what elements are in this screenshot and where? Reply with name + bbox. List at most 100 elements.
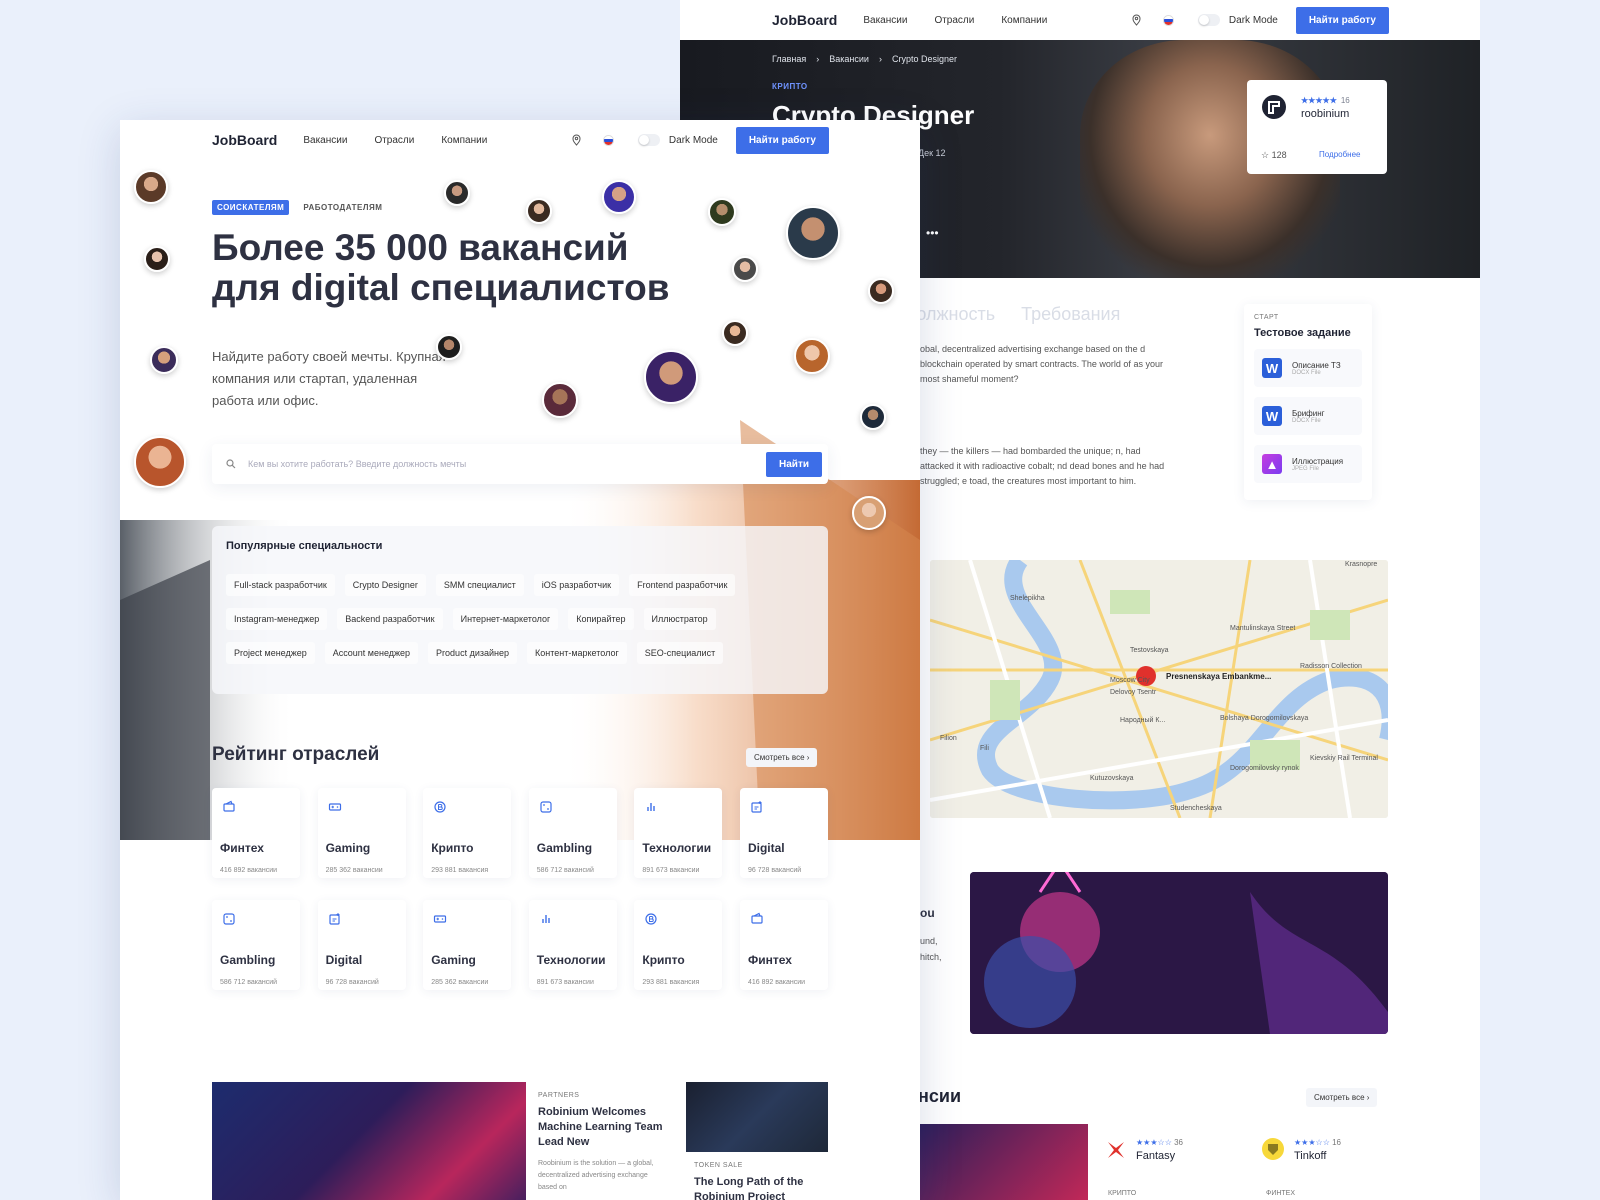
tab-requirements[interactable]: Требования xyxy=(1021,304,1120,325)
breadcrumb-current: Crypto Designer xyxy=(891,54,957,64)
specialty-chip[interactable]: Full-stack разработчик xyxy=(226,574,335,596)
specialty-chip[interactable]: Копирайтер xyxy=(568,608,634,630)
specialty-chip[interactable]: Account менеджер xyxy=(324,642,419,664)
industry-grid: Финтех 416 892 вакансии Gaming 285 362 вака… xyxy=(212,788,828,990)
dark-mode-toggle[interactable] xyxy=(637,134,660,146)
search-button[interactable]: Найти xyxy=(766,451,822,477)
see-all-vacancies-button[interactable]: Смотреть все › xyxy=(1306,1088,1378,1107)
specialty-chip[interactable]: Иллюстратор xyxy=(643,608,716,630)
dark-mode-toggle[interactable] xyxy=(1197,14,1220,26)
news-title[interactable]: Robinium Welcomes Machine Learning Team … xyxy=(538,1105,668,1150)
avatar xyxy=(708,198,736,226)
industry-name: Gambling xyxy=(536,841,593,855)
breadcrumb-vacancies[interactable]: Вакансии xyxy=(829,54,869,64)
nav-companies[interactable]: Компании xyxy=(1001,15,1047,26)
industry-card[interactable]: Финтех 416 892 вакансии xyxy=(212,788,300,878)
specialty-chip[interactable]: Интернет-маркетолог xyxy=(452,608,559,630)
tab-candidates[interactable]: СОИСКАТЕЛЯМ xyxy=(212,200,290,215)
task-file[interactable]: W Описание ТЗ DOCX File xyxy=(1254,349,1362,387)
word-icon: W xyxy=(1262,406,1282,426)
industry-card[interactable]: Финтех 416 892 вакансии xyxy=(739,900,828,990)
nav-vacancies[interactable]: Вакансии xyxy=(863,15,907,26)
office-map[interactable]: Testovskaya Shelepikha Presnenskaya Emba… xyxy=(930,560,1388,818)
flag-ru-icon[interactable] xyxy=(602,134,614,146)
svg-text:Krasnopre: Krasnopre xyxy=(1345,561,1377,568)
industry-name: Технологии xyxy=(642,841,712,855)
industry-card[interactable]: Gaming 285 362 вакансии xyxy=(317,788,406,878)
top-nav: JobBoard Вакансии Отрасли Компании Dark … xyxy=(120,120,920,160)
breadcrumb-home[interactable]: Главная xyxy=(772,54,806,64)
brand-logo[interactable]: JobBoard xyxy=(212,132,277,148)
company-name[interactable]: roobinium xyxy=(1301,108,1349,120)
company-logo xyxy=(1262,95,1286,119)
vacancy-tag: КРИПТО xyxy=(1108,1190,1137,1197)
specialty-chip[interactable]: SEO-специалист xyxy=(636,642,724,664)
industry-count: 416 892 вакансии xyxy=(220,867,278,874)
specialty-chip[interactable]: iOS разработчик xyxy=(533,574,620,596)
news-image[interactable] xyxy=(686,1082,828,1152)
word-icon: W xyxy=(1262,358,1282,378)
task-file[interactable]: ▲ Иллюстрация JPEG File xyxy=(1254,445,1362,483)
avatar xyxy=(602,180,636,214)
specialty-chip[interactable]: Frontend разработчик xyxy=(629,574,736,596)
find-job-button[interactable]: Найти работу xyxy=(735,126,829,154)
news-card[interactable]: PARTNERS Robinium Welcomes Machine Learn… xyxy=(538,1092,668,1194)
industry-card[interactable]: Gambling 586 712 вакансий xyxy=(212,900,300,990)
breadcrumb: Главная › Вакансии › Crypto Designer xyxy=(772,54,957,64)
dark-mode-label: Dark Mode xyxy=(668,134,718,146)
more-dots-icon[interactable]: ••• xyxy=(926,226,939,240)
vacancy-rating: ★★★☆☆ 16 xyxy=(1294,1138,1341,1147)
job-description-2: they — the killers — had bombarded the u… xyxy=(920,446,1165,486)
specialty-chip[interactable]: Crypto Designer xyxy=(344,574,426,596)
location-pin-icon[interactable] xyxy=(1132,14,1141,26)
nav-industries[interactable]: Отрасли xyxy=(374,135,414,146)
bitcoin-icon xyxy=(434,801,446,813)
industry-card[interactable]: Крипто 293 881 вакансия xyxy=(634,900,723,990)
specialty-chip[interactable]: SMM специалист xyxy=(435,574,524,596)
news-title[interactable]: The Long Path of the Robinium Project xyxy=(694,1175,824,1200)
avatar xyxy=(134,170,168,204)
svg-text:Studencheskaya: Studencheskaya xyxy=(1170,805,1222,812)
favorites-count[interactable]: ☆ 128 xyxy=(1261,150,1287,161)
industry-card[interactable]: Технологии 891 673 вакансии xyxy=(634,788,723,878)
flag-ru-icon[interactable] xyxy=(1162,14,1174,26)
news-card[interactable]: TOKEN SALE The Long Path of the Robinium… xyxy=(694,1162,824,1200)
fantasy-logo-icon xyxy=(1108,1142,1124,1158)
company-details-link[interactable]: Подробнее xyxy=(1319,150,1361,159)
industry-card[interactable]: Gaming 285 362 вакансии xyxy=(423,900,512,990)
industry-name: Крипто xyxy=(642,953,685,967)
location-pin-icon[interactable] xyxy=(572,134,581,146)
svg-text:Dorogomilovsky rynok: Dorogomilovsky rynok xyxy=(1230,765,1299,772)
specialty-chip[interactable]: Контент-маркетолог xyxy=(526,642,627,664)
avatar xyxy=(134,436,186,488)
svg-text:Moscow City: Moscow City xyxy=(1110,677,1150,684)
svg-text:Bolshaya Dorogomilovskaya: Bolshaya Dorogomilovskaya xyxy=(1220,715,1308,722)
nav-vacancies[interactable]: Вакансии xyxy=(303,135,347,146)
news-image[interactable] xyxy=(212,1082,526,1200)
industry-name: Gambling xyxy=(220,953,276,967)
vacancy-company: Fantasy xyxy=(1136,1150,1176,1162)
brand-logo[interactable]: JobBoard xyxy=(772,12,837,28)
industry-card[interactable]: Крипто 293 881 вакансия xyxy=(423,788,512,878)
specialty-chip[interactable]: Instagram-менеджер xyxy=(226,608,328,630)
specialty-chip[interactable]: Backend разработчик xyxy=(337,608,443,630)
vacancy-card[interactable]: ★★★☆☆ 36 Fantasy КРИПТО xyxy=(1098,1124,1238,1200)
specialty-chips: Full-stack разработчик Crypto Designer SMM… xyxy=(226,574,796,664)
vacancy-card[interactable]: ★★★☆☆ 16 Tinkoff ФИНТЕХ xyxy=(1256,1124,1396,1200)
nav-companies[interactable]: Компании xyxy=(441,135,487,146)
industry-card[interactable]: Digital 96 728 вакансий xyxy=(739,788,828,878)
search-input[interactable] xyxy=(248,459,767,469)
svg-text:Kutuzovskaya: Kutuzovskaya xyxy=(1090,775,1134,782)
industry-card[interactable]: Технологии 891 673 вакансии xyxy=(528,900,617,990)
news-label: TOKEN SALE xyxy=(694,1162,743,1169)
see-all-industries-button[interactable]: Смотреть все › xyxy=(746,748,818,767)
find-job-button[interactable]: Найти работу xyxy=(1295,6,1389,34)
nav-industries[interactable]: Отрасли xyxy=(934,15,974,26)
industry-card[interactable]: Digital 96 728 вакансий xyxy=(317,900,406,990)
specialty-chip[interactable]: Project менеджер xyxy=(226,642,315,664)
bitcoin-icon xyxy=(645,913,657,925)
industry-card[interactable]: Gambling 586 712 вакансий xyxy=(528,788,617,878)
specialty-chip[interactable]: Product дизайнер xyxy=(428,642,517,664)
task-file[interactable]: W Брифинг DOCX File xyxy=(1254,397,1362,435)
tab-employers[interactable]: РАБОТОДАТЕЛЯМ xyxy=(303,203,382,212)
